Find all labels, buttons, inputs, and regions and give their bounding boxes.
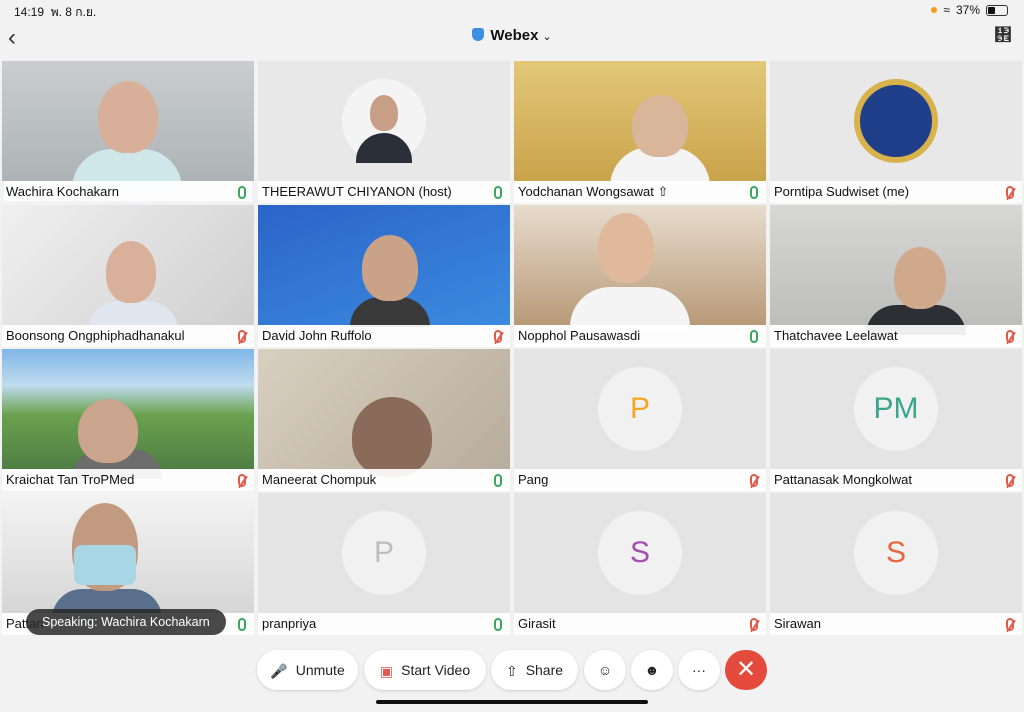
meeting-controls: 🎤 Unmute ▣ Start Video ⇧ Share ☺ ☻ ··· ✕ — [0, 650, 1024, 692]
microphone-icon — [238, 186, 246, 199]
participant-video — [2, 61, 254, 189]
participant-video — [514, 61, 766, 187]
muted-microphone-icon: 🎤 — [270, 663, 288, 680]
participant-video — [258, 205, 510, 327]
muted-microphone-icon — [1006, 618, 1014, 631]
participant-tile[interactable]: Kraichat Tan TroPMed — [2, 349, 254, 491]
microphone-icon — [238, 618, 246, 631]
meeting-title-button[interactable]: Webex ⌄ — [0, 27, 1024, 44]
participant-name: Thatchavee Leelawat — [770, 325, 1022, 347]
battery-icon — [986, 4, 1008, 16]
participant-video — [2, 493, 254, 619]
participant-avatar: PM — [770, 349, 1022, 469]
participant-tile[interactable]: THEERAWUT CHIYANON (host) — [258, 61, 510, 203]
muted-microphone-icon — [1006, 330, 1014, 343]
participant-tile[interactable]: PM Pattanasak Mongkolwat — [770, 349, 1022, 491]
share-screen-icon: ⇧ — [657, 184, 669, 199]
participant-name: Pattanasak Mongkolwat — [770, 469, 1022, 491]
reactions-button[interactable]: ☻ — [631, 650, 673, 690]
participant-avatar — [770, 61, 1022, 181]
participant-tile[interactable]: Thatchavee Leelawat — [770, 205, 1022, 347]
participant-tile[interactable]: S Girasit — [514, 493, 766, 635]
participant-name: Sirawan — [770, 613, 1022, 635]
participant-tile[interactable]: Nopphol Pausawasdi — [514, 205, 766, 347]
microphone-icon — [750, 186, 758, 199]
participant-name: Maneerat Chompuk — [258, 469, 510, 491]
close-icon: ✕ — [735, 656, 757, 683]
participant-avatar: S — [770, 493, 1022, 613]
avatar-initials: P — [598, 367, 682, 451]
leave-meeting-button[interactable]: ✕ — [725, 650, 767, 690]
person-icon: ☺ — [597, 662, 613, 678]
avatar-initials: PM — [854, 367, 938, 451]
participant-name: Wachira Kochakarn — [2, 181, 254, 203]
status-right: ≈ 37% — [931, 3, 1008, 17]
battery-percent: 37% — [955, 3, 980, 17]
participant-tile[interactable]: P Pang — [514, 349, 766, 491]
participant-name: Yodchanan Wongsawat ⇧ — [514, 181, 766, 203]
participant-avatar: P — [258, 493, 510, 613]
participant-name: Nopphol Pausawasdi — [514, 325, 766, 347]
participant-video — [2, 349, 254, 479]
participant-name: David John Ruffolo — [258, 325, 510, 347]
microphone-icon — [750, 330, 758, 343]
more-options-button[interactable]: ··· — [678, 650, 720, 690]
microphone-icon — [494, 618, 502, 631]
video-off-icon: ▣ — [379, 663, 394, 680]
participant-name: Boonsong Ongphiphadhanakul — [2, 325, 254, 347]
participant-grid: Wachira Kochakarn THEERAWUT CHIYANON (ho… — [2, 61, 1022, 635]
participant-tile[interactable]: Yodchanan Wongsawat ⇧ — [514, 61, 766, 203]
participant-name: Porntipa Sudwiset (me) — [770, 181, 1022, 203]
bluetooth-icon[interactable]: ᎞ — [994, 25, 1012, 46]
ellipsis-icon: ··· — [692, 662, 706, 678]
participant-video — [770, 205, 1022, 335]
university-seal-icon — [854, 79, 938, 163]
speaking-indicator: Speaking: Wachira Kochakarn — [26, 609, 226, 635]
participant-tile[interactable]: Porntipa Sudwiset (me) — [770, 61, 1022, 203]
start-video-button[interactable]: ▣ Start Video — [364, 650, 486, 690]
avatar-initials: P — [342, 511, 426, 595]
wifi-icon: ≈ — [943, 3, 950, 17]
participant-avatar: S — [514, 493, 766, 613]
muted-microphone-icon — [238, 330, 246, 343]
shield-icon — [472, 28, 485, 41]
home-indicator[interactable] — [376, 700, 648, 704]
participant-tile[interactable]: Maneerat Chompuk — [258, 349, 510, 491]
participant-name: Girasit — [514, 613, 766, 635]
participant-name: Pang — [514, 469, 766, 491]
participant-avatar: P — [514, 349, 766, 469]
face-mask — [74, 545, 136, 585]
participant-tile[interactable]: David John Ruffolo — [258, 205, 510, 347]
participant-name: Kraichat Tan TroPMed — [2, 469, 254, 491]
participant-video — [514, 205, 766, 329]
participant-name: pranpriya — [258, 613, 510, 635]
participant-tile[interactable]: P pranpriya — [258, 493, 510, 635]
recording-dot-icon — [931, 7, 938, 13]
participants-button[interactable]: ☺ — [584, 650, 626, 690]
participant-tile[interactable]: Boonsong Ongphiphadhanakul — [2, 205, 254, 347]
muted-microphone-icon — [1006, 474, 1014, 487]
microphone-icon — [494, 474, 502, 487]
unmute-button[interactable]: 🎤 Unmute — [257, 650, 358, 690]
muted-microphone-icon — [1006, 186, 1014, 199]
status-bar: 14:19 พ. 8 ก.ย. ≈ 37% — [0, 0, 1024, 20]
participant-tile[interactable]: S Sirawan — [770, 493, 1022, 635]
share-button[interactable]: ⇧ Share — [491, 650, 578, 690]
participant-tile[interactable]: Wachira Kochakarn — [2, 61, 254, 203]
muted-microphone-icon — [750, 474, 758, 487]
top-bar: ‹ Webex ⌄ ᎞ — [0, 20, 1024, 56]
participant-video — [258, 349, 510, 477]
emoji-icon: ☻ — [644, 662, 660, 678]
avatar-initials: S — [598, 511, 682, 595]
muted-microphone-icon — [494, 330, 502, 343]
microphone-icon — [494, 186, 502, 199]
participant-video — [2, 205, 254, 331]
participant-avatar — [258, 61, 510, 181]
avatar-initials: S — [854, 511, 938, 595]
chevron-down-icon: ⌄ — [542, 31, 552, 43]
share-icon: ⇧ — [505, 663, 518, 680]
participant-name: THEERAWUT CHIYANON (host) — [258, 181, 510, 203]
muted-microphone-icon — [238, 474, 246, 487]
muted-microphone-icon — [750, 618, 758, 631]
